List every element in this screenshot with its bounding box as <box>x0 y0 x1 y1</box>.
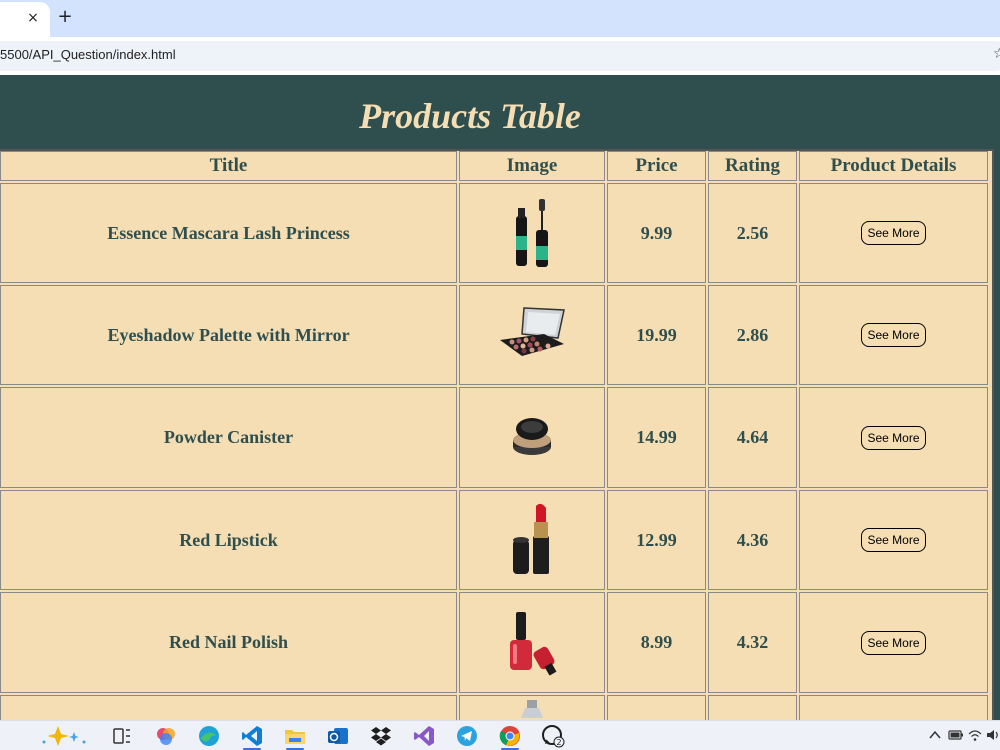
new-tab-icon[interactable]: + <box>56 7 74 27</box>
see-more-button[interactable]: See More <box>861 528 926 552</box>
row-2-rating: 2.86 <box>708 285 797 385</box>
row-5-rating: 4.32 <box>708 592 797 693</box>
file-explorer-icon[interactable] <box>283 724 307 748</box>
battery-icon[interactable] <box>948 729 964 741</box>
row-2-title: Eyeshadow Palette with Mirror <box>0 285 457 385</box>
dropbox-icon[interactable] <box>369 724 393 748</box>
whatsapp-icon[interactable]: 2 <box>541 724 565 748</box>
see-more-button[interactable]: See More <box>861 425 926 450</box>
row-3-details-cell: See More <box>799 387 988 488</box>
vscode-icon[interactable] <box>240 724 264 748</box>
header-price: Price <box>607 151 706 181</box>
row-1-rating: 2.56 <box>708 183 797 283</box>
wifi-icon[interactable] <box>968 728 982 742</box>
browser-tab-strip: × + <box>0 0 1000 37</box>
row-3-title: Powder Canister <box>0 387 457 488</box>
row-1-title: Essence Mascara Lash Princess <box>0 183 457 283</box>
row-4-details-cell: See More <box>799 490 988 590</box>
page-content: Products Table Title Image Price Rating … <box>0 75 1000 720</box>
row-5-details-cell: See More <box>799 592 988 693</box>
row-4-image-cell <box>459 490 605 590</box>
active-tab[interactable]: × <box>0 2 50 37</box>
row-1-image-cell <box>459 183 605 283</box>
see-more-button[interactable]: See More <box>861 630 926 655</box>
lipstick-image <box>513 503 549 574</box>
telegram-icon[interactable] <box>455 724 479 748</box>
row-6-image-cell <box>459 695 605 720</box>
chrome-icon[interactable] <box>498 724 522 748</box>
header-rating: Rating <box>708 151 797 181</box>
row-6-price <box>607 695 706 720</box>
row-6-rating <box>708 695 797 720</box>
row-1-price: 9.99 <box>607 183 706 283</box>
row-5-price: 8.99 <box>607 592 706 693</box>
row-3-image-cell <box>459 387 605 488</box>
visual-studio-icon[interactable] <box>412 724 436 748</box>
bottle-image <box>521 700 543 718</box>
see-more-button[interactable]: See More <box>861 221 926 245</box>
edge-icon[interactable] <box>197 724 221 748</box>
taskbar: 2 <box>0 720 1000 750</box>
row-4-price: 12.99 <box>607 490 706 590</box>
task-view-icon[interactable] <box>110 724 134 748</box>
row-6-title <box>0 695 457 720</box>
mascara-image <box>516 198 548 267</box>
header-image: Image <box>459 151 605 181</box>
powder-canister-image <box>513 417 551 455</box>
row-5-image-cell <box>459 592 605 693</box>
row-4-title: Red Lipstick <box>0 490 457 590</box>
bookmark-star-icon[interactable]: ☆ <box>993 46 1000 62</box>
row-2-details-cell: See More <box>799 285 988 385</box>
row-5-title: Red Nail Polish <box>0 592 457 693</box>
chevron-up-icon[interactable] <box>928 728 942 742</box>
copilot-sparkle-icon[interactable] <box>40 724 90 748</box>
row-1-details-cell: See More <box>799 183 988 283</box>
address-bar-url[interactable]: 5500/API_Question/index.html <box>0 47 176 62</box>
row-6-details-cell <box>799 695 988 720</box>
page-title: Products Table <box>359 96 581 136</box>
row-3-price: 14.99 <box>607 387 706 488</box>
products-table: Title Image Price Rating Product Details… <box>0 149 994 720</box>
eyeshadow-palette-image <box>500 307 565 356</box>
copilot-app-icon[interactable] <box>154 724 178 748</box>
volume-icon[interactable] <box>986 728 1000 742</box>
close-tab-icon[interactable]: × <box>25 8 41 28</box>
nail-polish-image <box>510 611 557 676</box>
outlook-icon[interactable] <box>326 724 350 748</box>
row-2-image-cell <box>459 285 605 385</box>
row-2-price: 19.99 <box>607 285 706 385</box>
whatsapp-badge: 2 <box>556 738 561 747</box>
browser-toolbar: 5500/API_Question/index.html <box>0 37 1000 75</box>
row-4-rating: 4.36 <box>708 490 797 590</box>
header-product-details: Product Details <box>799 151 988 181</box>
see-more-button[interactable]: See More <box>861 323 926 347</box>
row-3-rating: 4.64 <box>708 387 797 488</box>
header-title: Title <box>0 151 457 181</box>
